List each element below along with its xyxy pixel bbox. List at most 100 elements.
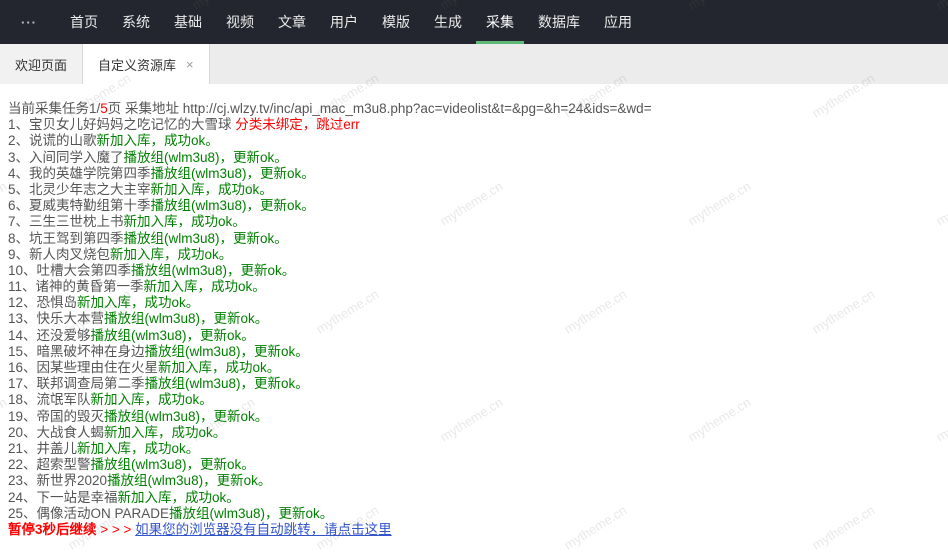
log-line: 7、三生三世枕上书新加入库，成功ok。 [8, 214, 940, 230]
tab-welcome[interactable]: 欢迎页面 [0, 44, 83, 84]
log-item-status: 新加入库，成功ok。 [104, 425, 226, 440]
tab-custom-resource[interactable]: 自定义资源库 × [83, 44, 210, 84]
log-line: 12、恐惧岛新加入库，成功ok。 [8, 295, 940, 311]
nav-item-user[interactable]: 用户 [318, 0, 370, 44]
log-item-status: 播放组(wlm3u8)，更新ok。 [104, 311, 268, 326]
log-item-title: 24、下一站是幸福 [8, 490, 118, 505]
log-item-status: 播放组(wlm3u8)，更新ok。 [169, 506, 333, 521]
log-item-status: 新加入库，成功ok。 [77, 295, 199, 310]
log-line: 8、坑王驾到第四季播放组(wlm3u8)，更新ok。 [8, 231, 940, 247]
log-item-status: 播放组(wlm3u8)，更新ok。 [107, 473, 271, 488]
task-page-total: 5 [100, 101, 108, 116]
nav-item-generate[interactable]: 生成 [422, 0, 474, 44]
log-item-title: 7、三生三世枕上书 [8, 214, 124, 229]
log-line: 1、宝贝女儿好妈妈之吃记忆的大雪球 分类未绑定，跳过err [8, 117, 940, 133]
log-line: 4、我的英雄学院第四季播放组(wlm3u8)，更新ok。 [8, 166, 940, 182]
log-item-title: 12、恐惧岛 [8, 295, 77, 310]
collect-log-panel: 当前采集任务1/5页 采集地址 http://cj.wlzy.tv/inc/ap… [0, 84, 948, 538]
log-line: 19、帝国的毁灭播放组(wlm3u8)，更新ok。 [8, 409, 940, 425]
manual-jump-link[interactable]: 如果您的浏览器没有自动跳转，请点击这里 [135, 522, 392, 537]
log-line: 3、入间同学入魔了播放组(wlm3u8)，更新ok。 [8, 150, 940, 166]
log-item-status: 播放组(wlm3u8)，更新ok。 [124, 150, 288, 165]
log-item-title: 23、新世界2020 [8, 473, 107, 488]
log-item-status: 新加入库，成功ok。 [151, 182, 273, 197]
log-line: 16、因某些理由住在火星新加入库，成功ok。 [8, 360, 940, 376]
log-item-status: 播放组(wlm3u8)，更新ok。 [104, 409, 268, 424]
log-line: 17、联邦调查局第二季播放组(wlm3u8)，更新ok。 [8, 376, 940, 392]
log-line: 10、吐槽大会第四季播放组(wlm3u8)，更新ok。 [8, 263, 940, 279]
arrows-decoration: > > > [97, 522, 136, 537]
nav-item-video[interactable]: 视频 [214, 0, 266, 44]
menu-ellipsis-icon[interactable]: ··· [0, 0, 58, 44]
redirect-footer: 暂停3秒后继续 > > > 如果您的浏览器没有自动跳转，请点击这里 [8, 522, 940, 538]
log-line: 24、下一站是幸福新加入库，成功ok。 [8, 490, 940, 506]
tab-label: 欢迎页面 [15, 55, 67, 74]
log-line: 11、诸神的黄昏第一季新加入库，成功ok。 [8, 279, 940, 295]
log-item-status: 分类未绑定，跳过err [232, 117, 360, 132]
log-item-status: 播放组(wlm3u8)，更新ok。 [151, 166, 315, 181]
log-item-title: 3、入间同学入魔了 [8, 150, 124, 165]
log-line: 22、超索型警播放组(wlm3u8)，更新ok。 [8, 457, 940, 473]
log-item-title: 17、联邦调查局第二季 [8, 376, 145, 391]
tab-bar: 欢迎页面 自定义资源库 × [0, 44, 948, 84]
top-navbar: ··· 首页系统基础视频文章用户模版生成采集数据库应用 [0, 0, 948, 44]
log-item-status: 新加入库，成功ok。 [124, 214, 246, 229]
nav-menu: 首页系统基础视频文章用户模版生成采集数据库应用 [58, 0, 644, 44]
log-item-title: 14、还没爱够 [8, 328, 91, 343]
log-item-status: 新加入库，成功ok。 [91, 392, 213, 407]
task-header-before: 当前采集任务1/ [8, 101, 100, 116]
log-item-title: 5、北灵少年志之大主宰 [8, 182, 151, 197]
log-item-status: 播放组(wlm3u8)，更新ok。 [145, 376, 309, 391]
log-line: 23、新世界2020播放组(wlm3u8)，更新ok。 [8, 473, 940, 489]
log-line: 21、井盖儿新加入库，成功ok。 [8, 441, 940, 457]
nav-item-basic[interactable]: 基础 [162, 0, 214, 44]
nav-item-article[interactable]: 文章 [266, 0, 318, 44]
log-line: 2、说谎的山歌新加入库，成功ok。 [8, 133, 940, 149]
task-header-mid: 页 采集地址 [108, 101, 183, 116]
log-item-title: 22、超索型警 [8, 457, 91, 472]
collect-url: http://cj.wlzy.tv/inc/api_mac_m3u8.php?a… [183, 101, 652, 116]
pause-countdown-text: 暂停3秒后继续 [8, 522, 97, 537]
nav-item-template[interactable]: 模版 [370, 0, 422, 44]
log-item-title: 8、坑王驾到第四季 [8, 231, 124, 246]
log-line: 6、夏威夷特勤组第十季播放组(wlm3u8)，更新ok。 [8, 198, 940, 214]
tab-label: 自定义资源库 [98, 55, 176, 74]
log-item-status: 新加入库，成功ok。 [158, 360, 280, 375]
log-item-status: 播放组(wlm3u8)，更新ok。 [124, 231, 288, 246]
log-line: 18、流氓军队新加入库，成功ok。 [8, 392, 940, 408]
log-item-status: 播放组(wlm3u8)，更新ok。 [145, 344, 309, 359]
log-line: 14、还没爱够播放组(wlm3u8)，更新ok。 [8, 328, 940, 344]
log-line: 20、大战食人蝎新加入库，成功ok。 [8, 425, 940, 441]
log-item-status: 新加入库，成功ok。 [144, 279, 266, 294]
log-item-title: 18、流氓军队 [8, 392, 91, 407]
nav-item-system[interactable]: 系统 [110, 0, 162, 44]
log-item-status: 新加入库，成功ok。 [77, 441, 199, 456]
tab-close-icon[interactable]: × [186, 58, 194, 71]
log-item-title: 11、诸神的黄昏第一季 [8, 279, 144, 294]
log-line: 5、北灵少年志之大主宰新加入库，成功ok。 [8, 182, 940, 198]
nav-item-database[interactable]: 数据库 [526, 0, 592, 44]
log-item-title: 13、快乐大本营 [8, 311, 104, 326]
task-header-line: 当前采集任务1/5页 采集地址 http://cj.wlzy.tv/inc/ap… [8, 101, 940, 117]
log-item-status: 新加入库，成功ok。 [110, 247, 232, 262]
log-item-title: 6、夏威夷特勤组第十季 [8, 198, 151, 213]
log-item-title: 2、说谎的山歌 [8, 133, 97, 148]
log-item-title: 10、吐槽大会第四季 [8, 263, 131, 278]
log-item-title: 15、暗黑破坏神在身边 [8, 344, 145, 359]
log-item-status: 新加入库，成功ok。 [97, 133, 219, 148]
log-item-status: 播放组(wlm3u8)，更新ok。 [91, 328, 255, 343]
log-item-title: 21、井盖儿 [8, 441, 77, 456]
log-line: 9、新人肉叉烧包新加入库，成功ok。 [8, 247, 940, 263]
log-item-status: 播放组(wlm3u8)，更新ok。 [151, 198, 315, 213]
log-line: 25、偶像活动ON PARADE播放组(wlm3u8)，更新ok。 [8, 506, 940, 522]
nav-item-home[interactable]: 首页 [58, 0, 110, 44]
log-item-status: 播放组(wlm3u8)，更新ok。 [91, 457, 255, 472]
log-item-title: 19、帝国的毁灭 [8, 409, 104, 424]
log-item-title: 25、偶像活动ON PARADE [8, 506, 169, 521]
log-item-title: 20、大战食人蝎 [8, 425, 104, 440]
nav-item-app[interactable]: 应用 [592, 0, 644, 44]
log-item-title: 1、宝贝女儿好妈妈之吃记忆的大雪球 [8, 117, 232, 132]
log-item-status: 新加入库，成功ok。 [118, 490, 240, 505]
nav-item-collect[interactable]: 采集 [474, 0, 526, 44]
log-item-title: 9、新人肉叉烧包 [8, 247, 110, 262]
